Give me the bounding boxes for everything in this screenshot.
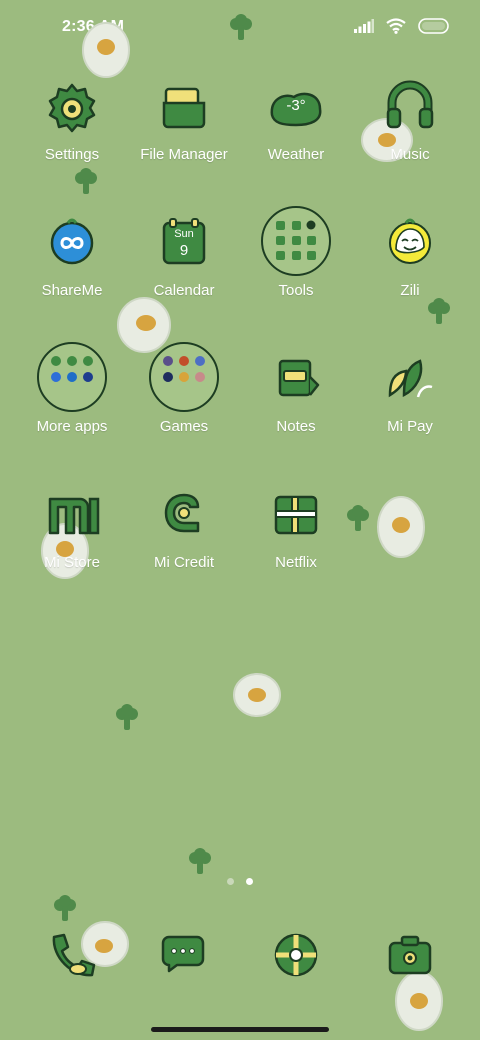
dock-phone[interactable] xyxy=(40,925,100,985)
home-indicator-bar[interactable] xyxy=(151,1027,329,1032)
app-label: File Manager xyxy=(140,146,228,163)
battery-icon xyxy=(418,18,449,34)
phone-icon xyxy=(52,933,96,977)
app-folder-games[interactable]: Games xyxy=(128,342,240,462)
app-netflix[interactable]: Netflix xyxy=(240,478,352,598)
wallpaper-broccoli-decoration xyxy=(189,848,211,874)
app-calendar[interactable]: Sun 9 Calendar xyxy=(128,206,240,326)
app-label: Settings xyxy=(44,146,100,163)
app-file-manager[interactable]: File Manager xyxy=(128,70,240,190)
page-dot[interactable] xyxy=(227,878,234,885)
browser-icon xyxy=(274,933,318,977)
wallpaper-egg-decoration xyxy=(377,496,425,558)
mi-credit-icon xyxy=(164,493,200,533)
app-label: Zili xyxy=(400,282,420,299)
signal-icon xyxy=(354,19,374,33)
dock-browser[interactable] xyxy=(266,925,326,985)
wifi-icon xyxy=(386,18,406,34)
calendar-date: 9 xyxy=(179,242,189,259)
messages-icon xyxy=(161,935,205,973)
app-weather[interactable]: -3° Weather xyxy=(240,70,352,190)
app-label: Mi Store xyxy=(44,554,100,571)
app-label: Games xyxy=(159,418,209,435)
dock-messages[interactable] xyxy=(153,925,213,985)
games-folder-icon xyxy=(149,342,219,412)
headphones-icon xyxy=(386,80,434,129)
app-zili[interactable]: Zili xyxy=(354,206,466,326)
app-label: Notes xyxy=(276,418,316,435)
status-icons xyxy=(354,18,450,34)
wallpaper-egg-decoration xyxy=(233,673,281,717)
app-label: Calendar xyxy=(153,282,215,299)
status-time: 2:36 AM xyxy=(62,18,125,35)
notes-icon xyxy=(278,359,320,397)
status-bar: 2:36 AM xyxy=(0,0,480,56)
wallpaper-broccoli-decoration xyxy=(116,704,138,730)
settings-icon xyxy=(48,83,96,133)
app-settings[interactable]: Settings xyxy=(16,70,128,190)
app-label: Tools xyxy=(278,282,314,299)
page-indicator[interactable] xyxy=(0,878,480,885)
app-mi-pay[interactable]: Mi Pay xyxy=(354,342,466,462)
calendar-icon xyxy=(162,218,206,265)
wallpaper-broccoli-decoration xyxy=(54,895,76,921)
page-dot-active[interactable] xyxy=(246,878,253,885)
app-mi-credit[interactable]: Mi Credit xyxy=(128,478,240,598)
app-label: Weather xyxy=(267,146,325,163)
app-label: Music xyxy=(390,146,430,163)
dock xyxy=(0,925,480,995)
dock-camera[interactable] xyxy=(380,925,440,985)
app-music[interactable]: Music xyxy=(354,70,466,190)
camera-icon xyxy=(388,935,432,975)
tools-folder-icon xyxy=(261,206,331,276)
more-apps-folder-icon xyxy=(37,342,107,412)
app-label: Mi Pay xyxy=(387,418,433,435)
app-folder-more-apps[interactable]: More apps xyxy=(16,342,128,462)
app-label: Mi Credit xyxy=(153,554,214,571)
app-label: ShareMe xyxy=(41,282,103,299)
app-mi-store[interactable]: Mi Store xyxy=(16,478,128,598)
mi-store-icon xyxy=(48,497,100,535)
app-label: More apps xyxy=(36,418,108,435)
app-notes[interactable]: Notes xyxy=(240,342,352,462)
app-folder-tools[interactable]: Tools xyxy=(240,206,352,326)
app-label: Netflix xyxy=(275,554,317,571)
zili-icon xyxy=(389,218,431,264)
calendar-day: Sun xyxy=(174,228,194,240)
netflix-icon xyxy=(274,495,318,535)
weather-temperature: -3° xyxy=(286,97,306,114)
app-shareme[interactable]: ShareMe xyxy=(16,206,128,326)
folder-icon xyxy=(162,87,206,129)
shareme-icon xyxy=(50,218,94,265)
mi-pay-icon xyxy=(388,359,433,398)
